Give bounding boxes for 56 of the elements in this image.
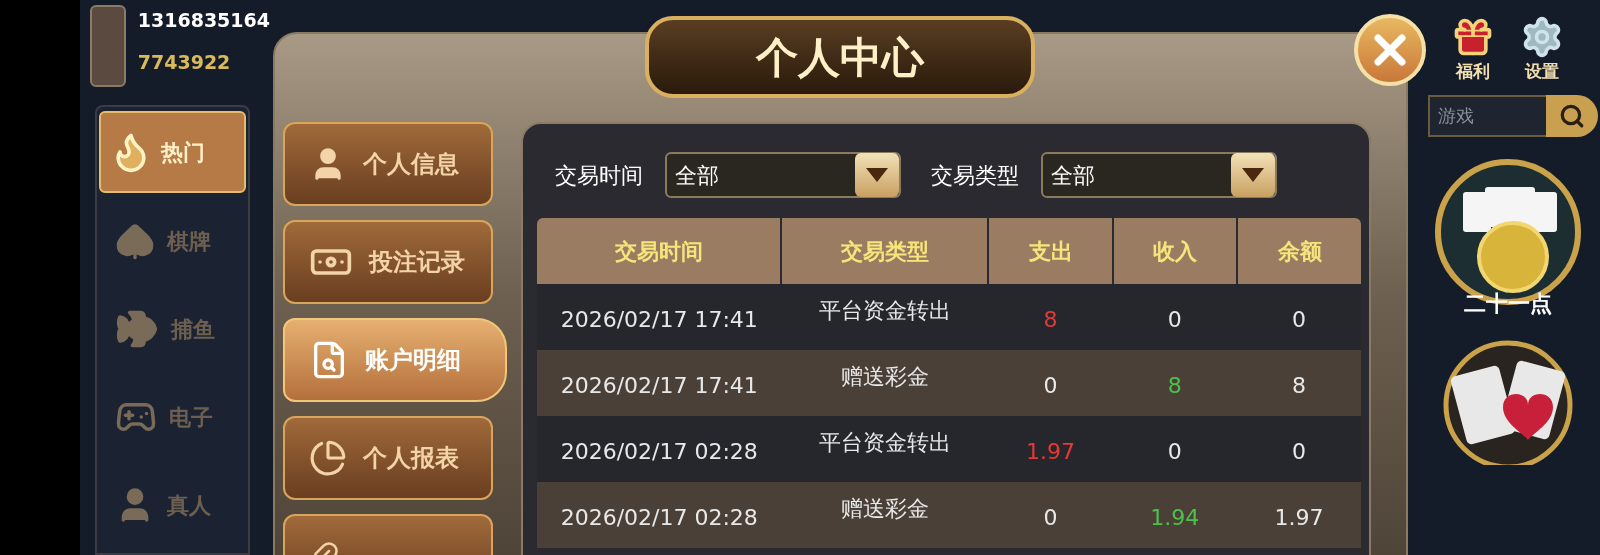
table-cell-text: 赠送彩金 [839, 363, 930, 391]
balance-amount: 7743922 [137, 51, 232, 73]
dropdown-button[interactable] [1231, 153, 1275, 197]
column-header: 支出 [989, 218, 1112, 284]
category-tab[interactable]: 棋牌 [99, 201, 246, 281]
toolbar-label: 福利 [1456, 60, 1490, 83]
category-tab[interactable]: 电子 [99, 377, 246, 457]
table-cell-text: 1.97 [1273, 503, 1325, 532]
toolbar-button[interactable]: 设置 [1520, 15, 1564, 85]
toolbar-button[interactable]: 福利 [1451, 15, 1495, 85]
search-button[interactable] [1545, 94, 1598, 137]
table-cell-text: 8 [1166, 371, 1183, 400]
filter-label: 交易类型 [931, 161, 1019, 190]
table-cell-text: 8 [1290, 371, 1307, 400]
table-cell-text: 1.94 [1149, 503, 1201, 532]
close-icon [1373, 33, 1407, 67]
filter-dropdown[interactable]: 全部 [665, 152, 901, 198]
table-cell-text: 平台资金转出 [817, 297, 952, 325]
game-label: 二十一点 [1463, 289, 1552, 318]
search-icon [1558, 102, 1585, 129]
menu-tab[interactable]: 个人信息 [283, 122, 493, 206]
table-cell-text: 平台资金转出 [817, 429, 952, 457]
table-cell-text: 2026/02/17 02:28 [559, 437, 759, 466]
triangle-down-icon [865, 167, 889, 183]
table-cell-text: 0 [1042, 371, 1059, 400]
triangle-down-icon [1241, 167, 1265, 183]
menu-tab[interactable]: 投注记录 [283, 220, 493, 304]
menu-tab[interactable]: 个人报表 [283, 416, 493, 500]
title-banner: 个人中心 [645, 16, 1035, 98]
table-cell-text: 0 [1042, 503, 1059, 532]
category-tab[interactable]: 捕鱼 [99, 289, 246, 369]
pie-chart-icon [309, 439, 347, 477]
menu-tab[interactable]: 账户明细 [283, 318, 507, 402]
category-tab[interactable]: 热门 [99, 111, 246, 193]
spade-icon [115, 221, 155, 261]
user-id: 1316835164 [137, 9, 270, 31]
table-cell-text: 0 [1290, 305, 1307, 334]
table-cell-text: 0 [1166, 305, 1183, 334]
table-cell-text: 2026/02/17 17:41 [559, 371, 759, 400]
search-field[interactable]: 游戏 [1427, 94, 1546, 137]
dropdown-button[interactable] [855, 153, 899, 197]
toolbar-label: 设置 [1525, 60, 1559, 83]
table-cell-text: 赠送彩金 [839, 495, 930, 523]
column-header: 交易类型 [782, 218, 988, 284]
filter-label: 交易时间 [555, 161, 643, 190]
table-cell-text: 8 [1042, 305, 1059, 334]
filter-dropdown[interactable]: 全部 [1041, 152, 1277, 198]
table-cell-text: 0 [1166, 437, 1183, 466]
table-cell-text: 2026/02/17 17:41 [559, 305, 759, 334]
table-cell-text: 0 [1290, 437, 1307, 466]
category-tab[interactable]: 真人 [99, 465, 246, 545]
table-cell-text: 1.97 [1024, 437, 1076, 466]
column-header: 余额 [1238, 218, 1361, 284]
column-header: 交易时间 [537, 218, 781, 284]
column-header: 收入 [1113, 218, 1237, 284]
table-cell-text: 2026/02/17 02:28 [559, 503, 759, 532]
